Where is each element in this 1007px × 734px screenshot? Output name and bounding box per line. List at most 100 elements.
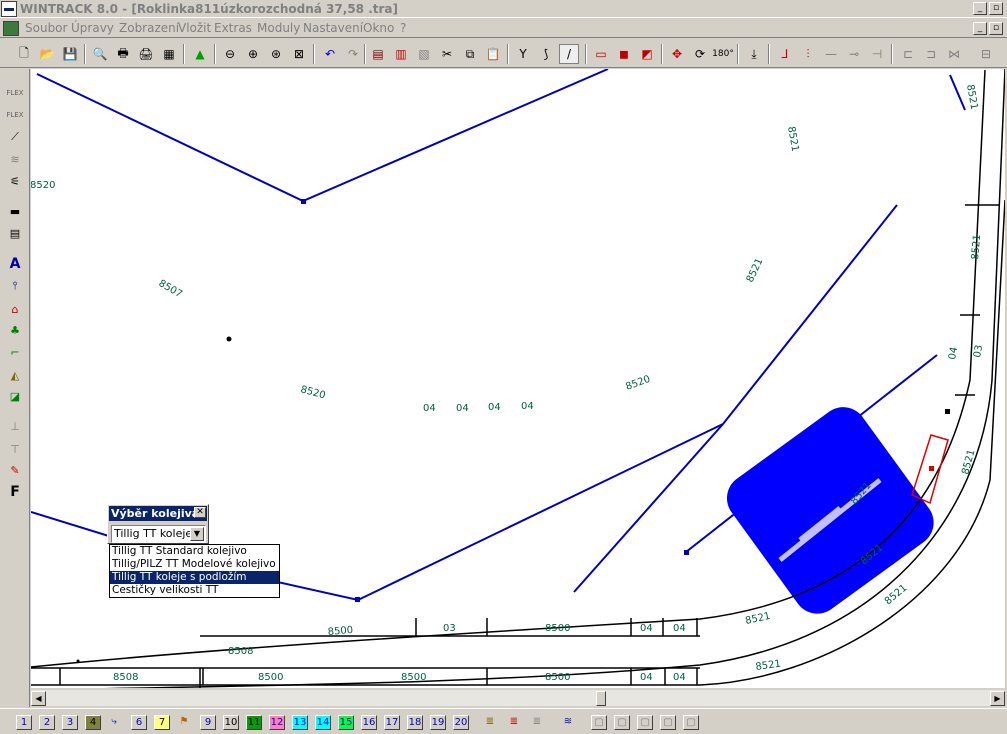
document-icon[interactable] bbox=[3, 21, 19, 36]
font-icon[interactable]: F bbox=[5, 482, 25, 502]
option-item[interactable]: Tillig/PILZ TT Modelové kolejivo bbox=[110, 558, 279, 571]
layers-stack-icon[interactable]: ≋ bbox=[560, 715, 576, 730]
move-icon[interactable]: ✥ bbox=[667, 44, 687, 64]
option-item[interactable]: Tillig TT Standard kolejivo bbox=[110, 545, 279, 558]
insert-icon[interactable]: ⤓ bbox=[744, 44, 764, 64]
layer-16-button[interactable]: 16 bbox=[361, 715, 377, 730]
paste-icon[interactable]: 📋 bbox=[483, 44, 503, 64]
platform-icon[interactable]: ▬ bbox=[5, 201, 25, 221]
layer-1-button[interactable]: 1 bbox=[16, 715, 32, 730]
brush-icon[interactable]: ✎ bbox=[5, 460, 25, 480]
layer-3-button[interactable]: 3 bbox=[62, 715, 78, 730]
options-2-icon[interactable]: ⊟ bbox=[976, 44, 996, 64]
layer-icon[interactable]: ▭ bbox=[591, 44, 611, 64]
house-icon[interactable]: ⌂ bbox=[5, 299, 25, 319]
line-tool-icon[interactable]: / bbox=[559, 44, 579, 64]
tree-icon[interactable]: ♣ bbox=[5, 320, 25, 340]
text-icon[interactable]: A bbox=[5, 254, 25, 274]
signal-icon[interactable]: ⚟ bbox=[5, 171, 25, 191]
view-5-icon[interactable]: ▢ bbox=[683, 715, 699, 730]
menu-extras[interactable]: Extras bbox=[214, 21, 252, 35]
color-red-icon[interactable]: ◼ bbox=[614, 44, 634, 64]
layers-all-icon[interactable]: ≣ bbox=[482, 715, 498, 730]
layer-5-icon[interactable]: ⤷ bbox=[106, 715, 122, 730]
height-marker-icon[interactable]: ⫯ bbox=[5, 276, 25, 296]
zoom-in-icon[interactable]: ⊕ bbox=[243, 44, 263, 64]
layer-4-button[interactable]: 4 bbox=[85, 715, 101, 730]
doc-restore-button[interactable]: ▫ bbox=[989, 22, 1003, 35]
grid-icon[interactable]: ⊏ bbox=[898, 44, 918, 64]
calculator-icon[interactable]: ▦ bbox=[159, 44, 179, 64]
layer-9-button[interactable]: 9 bbox=[200, 715, 216, 730]
print-preview-icon[interactable]: 🔍 bbox=[90, 44, 110, 64]
menu-nastaveni[interactable]: Nastavení bbox=[303, 21, 363, 35]
layer-8-icon[interactable]: ⚑ bbox=[176, 715, 192, 730]
view-4-icon[interactable]: ▢ bbox=[660, 715, 676, 730]
menu-okno[interactable]: Okno bbox=[363, 21, 394, 35]
undo-icon[interactable]: ↶ bbox=[320, 44, 340, 64]
restore-button[interactable]: ▫ bbox=[989, 2, 1003, 15]
rotate-icon[interactable]: ⟳ bbox=[690, 44, 710, 64]
scroll-right-icon[interactable]: ▶ bbox=[990, 691, 1005, 706]
app-icon[interactable] bbox=[1, 1, 17, 17]
options-icon[interactable]: ⋈ bbox=[944, 44, 964, 64]
grid-off-icon[interactable]: ⊐ bbox=[921, 44, 941, 64]
cut-icon[interactable]: ✂ bbox=[437, 44, 457, 64]
layer-17-button[interactable]: 17 bbox=[384, 715, 400, 730]
flex-icon[interactable]: — bbox=[821, 44, 841, 64]
split-track-icon[interactable]: Y bbox=[513, 44, 533, 64]
save-icon[interactable]: 💾 bbox=[60, 44, 80, 64]
new-file-icon[interactable]: 🗋 bbox=[14, 44, 34, 64]
scroll-left-icon[interactable]: ◀ bbox=[31, 691, 46, 706]
parts-list-icon[interactable]: ▤ bbox=[368, 44, 388, 64]
track-system-select[interactable]: Tillig TT koleje s podložím ▼ bbox=[111, 525, 206, 543]
print-icon[interactable]: 🖶 bbox=[113, 44, 133, 64]
curve-icon[interactable]: ⟆ bbox=[536, 44, 556, 64]
slope-icon[interactable]: ⟋ bbox=[5, 127, 25, 147]
connect-icon[interactable]: ⊸ bbox=[844, 44, 864, 64]
view-2-icon[interactable]: ▢ bbox=[614, 715, 630, 730]
layer-18-button[interactable]: 18 bbox=[407, 715, 423, 730]
snap-icon[interactable]: ⫶ bbox=[798, 44, 818, 64]
join-icon[interactable]: ⅃ bbox=[775, 44, 795, 64]
scroll-thumb[interactable] bbox=[596, 691, 606, 706]
menu-upravy[interactable]: Úpravy bbox=[71, 21, 114, 35]
zoom-window-icon[interactable]: ⊛ bbox=[266, 44, 286, 64]
print-setup-icon[interactable]: 🖨 bbox=[136, 44, 156, 64]
copy-parts-icon[interactable]: ▥ bbox=[391, 44, 411, 64]
layer-2-button[interactable]: 2 bbox=[39, 715, 55, 730]
color-swap-icon[interactable]: ◩ bbox=[637, 44, 657, 64]
clipboard-icon[interactable]: ▧ bbox=[414, 44, 434, 64]
menu-help[interactable]: ? bbox=[400, 21, 406, 35]
layer-6-button[interactable]: 6 bbox=[131, 715, 147, 730]
layer-15-button[interactable]: 15 bbox=[338, 715, 354, 730]
measure-icon[interactable]: ⊥ bbox=[5, 416, 25, 436]
copy-icon[interactable]: ⧉ bbox=[460, 44, 480, 64]
bridge-icon[interactable]: ≋ bbox=[5, 149, 25, 169]
ruler-icon[interactable]: ⊤ bbox=[5, 439, 25, 459]
doc-minimize-button[interactable]: _ bbox=[973, 22, 987, 35]
building-icon[interactable]: ▤ bbox=[5, 223, 25, 243]
layer-13-button[interactable]: 13 bbox=[292, 715, 308, 730]
zoom-fit-icon[interactable]: ⊠ bbox=[289, 44, 309, 64]
layer-14-button[interactable]: 14 bbox=[315, 715, 331, 730]
view-1-icon[interactable]: ▢ bbox=[591, 715, 607, 730]
menu-moduly[interactable]: Moduly bbox=[257, 21, 300, 35]
view-3-icon[interactable]: ▢ bbox=[637, 715, 653, 730]
flex-track-2-icon[interactable]: FLEX bbox=[5, 105, 25, 125]
flex-track-icon[interactable]: FLEX bbox=[5, 83, 25, 103]
branch-icon[interactable]: ⊣ bbox=[867, 44, 887, 64]
layers-red-icon[interactable]: ≣ bbox=[506, 715, 522, 730]
terrain-view-icon[interactable]: ◪ bbox=[5, 386, 25, 406]
layer-10-button[interactable]: 10 bbox=[223, 715, 239, 730]
redo-icon[interactable]: ↷ bbox=[343, 44, 363, 64]
menu-vlozit[interactable]: Vložit bbox=[178, 21, 211, 35]
open-folder-icon[interactable]: 📂 bbox=[37, 44, 57, 64]
layer-7-button[interactable]: 7 bbox=[154, 715, 170, 730]
stairs-icon[interactable]: ⌐ bbox=[5, 342, 25, 362]
layer-12-button[interactable]: 12 bbox=[269, 715, 285, 730]
dialog-close-button[interactable]: ✕ bbox=[194, 507, 206, 518]
terrain-icon[interactable]: ◭ bbox=[5, 365, 25, 385]
horizontal-scrollbar[interactable]: ◀ ▶ bbox=[31, 689, 1005, 706]
option-item[interactable]: Cestičky velikosti TT bbox=[110, 584, 279, 597]
